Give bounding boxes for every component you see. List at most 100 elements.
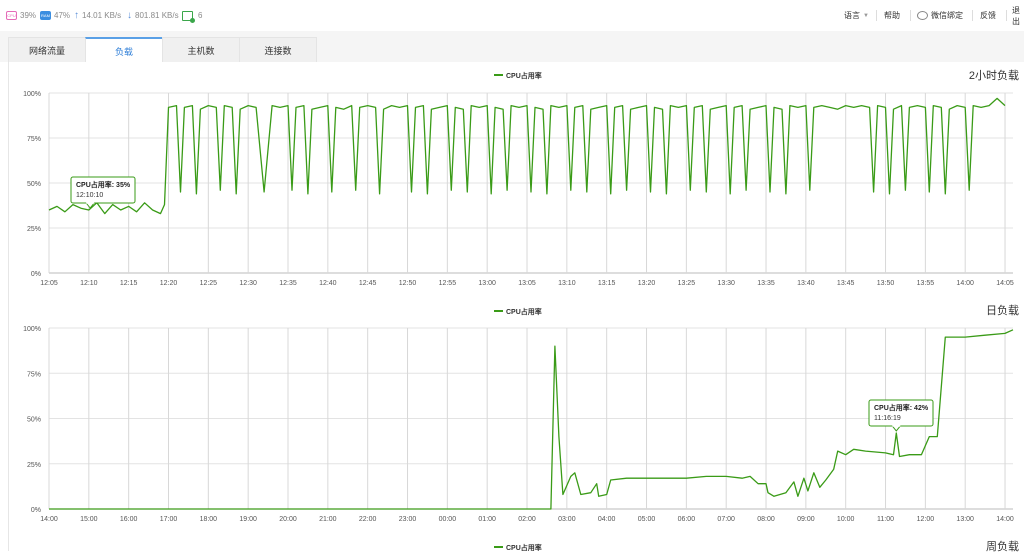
y-tick-label: 100%	[23, 326, 41, 333]
language-menu[interactable]: 语言 ▼	[844, 0, 869, 31]
x-tick-label: 04:00	[598, 516, 616, 523]
x-tick-label: 12:45	[359, 280, 377, 287]
cpu-stat: CPU 39%	[6, 0, 36, 31]
x-tick-label: 12:30	[239, 280, 257, 287]
x-tick-label: 13:15	[598, 280, 616, 287]
y-tick-label: 25%	[27, 462, 41, 469]
x-tick-label: 12:05	[40, 280, 58, 287]
x-tick-label: 13:30	[717, 280, 735, 287]
tooltip-time: 11:16:19	[874, 415, 901, 422]
x-tick-label: 18:00	[200, 516, 218, 523]
wechat-bind-link[interactable]: 微信绑定	[917, 0, 963, 31]
x-tick-label: 11:00	[877, 516, 894, 523]
x-tick-label: 14:00	[956, 280, 974, 287]
legend-2h[interactable]: CPU占用率	[494, 71, 542, 80]
status-bar: CPU 39% RAM 47% ↑ 14.01 KB/s ↓ 801.81 KB…	[0, 0, 1024, 32]
x-tick-label: 12:00	[917, 516, 935, 523]
x-tick-label: 03:00	[558, 516, 576, 523]
download-stat: ↓ 801.81 KB/s	[127, 0, 179, 31]
tab-network-traffic[interactable]: 网络流量	[8, 37, 86, 62]
y-tick-label: 75%	[27, 371, 41, 378]
x-tick-label: 14:00	[40, 516, 58, 523]
chart-panel: CPU占用率 CPU占用率 CPU占用率 0% 25% 50% 75% 100% 12:0…	[8, 62, 1021, 553]
x-tick-label: 22:00	[359, 516, 377, 523]
x-tick-label: 14:00	[996, 516, 1014, 523]
ram-badge-icon: RAM	[40, 11, 51, 20]
legend-label-2h: CPU占用率	[506, 71, 542, 80]
chart-day: 0% 25% 50% 75% 100% 14:00 15:00 16:00 17:00 18:00…	[23, 326, 1014, 523]
x-tick-label: 13:50	[877, 280, 895, 287]
y-tick-label: 75%	[27, 136, 41, 143]
y-tick-label: 50%	[27, 181, 41, 188]
x-tick-label: 13:35	[757, 280, 775, 287]
tooltip-time: 12:10:10	[76, 192, 103, 199]
x-tick-label: 07:00	[717, 516, 735, 523]
logout-link[interactable]: 退出	[1012, 0, 1024, 31]
legend-day[interactable]: CPU占用率	[494, 307, 542, 316]
tooltip-label: CPU占用率: 42%	[874, 403, 929, 412]
upload-stat: ↑ 14.01 KB/s	[74, 0, 121, 31]
monitor-icon	[182, 10, 195, 23]
y-tick-label: 0%	[31, 507, 41, 514]
legend-week[interactable]: CPU占用率	[494, 543, 542, 552]
x-tick-label: 23:00	[399, 516, 417, 523]
x-tick-label: 13:05	[518, 280, 536, 287]
divider	[972, 10, 973, 21]
tab-host-count[interactable]: 主机数	[162, 37, 240, 62]
chart-title-day: 日负载	[986, 305, 1019, 317]
x-tick-label: 02:00	[518, 516, 536, 523]
feedback-link[interactable]: 反馈	[980, 0, 996, 31]
x-tick-label: 17:00	[160, 516, 178, 523]
tab-connections[interactable]: 连接数	[239, 37, 317, 62]
x-tick-label: 13:00	[956, 516, 974, 523]
x-tick-label: 19:00	[239, 516, 257, 523]
upload-arrow-icon: ↑	[74, 10, 79, 21]
x-tick-label: 13:45	[837, 280, 855, 287]
chart-title-2h: 2小时负载	[968, 70, 1019, 82]
x-tick-label: 12:25	[200, 280, 218, 287]
cpu-badge-icon: CPU	[6, 11, 17, 20]
hosts-stat: 6	[182, 0, 202, 31]
x-tick-label: 13:10	[558, 280, 576, 287]
tooltip-label: CPU占用率: 35%	[76, 180, 131, 189]
download-arrow-icon: ↓	[127, 10, 132, 21]
help-link[interactable]: 帮助	[884, 0, 900, 31]
chart-2h: 0% 25% 50% 75% 100% 12:05 12:10 12:15 12:20 12:25…	[23, 91, 1014, 287]
x-tick-label: 15:00	[80, 516, 98, 523]
x-tick-label: 05:00	[638, 516, 656, 523]
wechat-bind-label: 微信绑定	[931, 11, 963, 20]
x-tick-label: 13:20	[638, 280, 656, 287]
language-label: 语言	[844, 11, 860, 20]
tab-load[interactable]: 负载	[85, 37, 163, 63]
divider	[1006, 10, 1007, 21]
x-tick-label: 01:00	[478, 516, 496, 523]
y-tick-label: 25%	[27, 226, 41, 233]
x-tick-label: 12:40	[319, 280, 337, 287]
legend-label-week: CPU占用率	[506, 543, 542, 551]
wechat-icon	[917, 11, 928, 20]
y-tick-label: 0%	[31, 271, 41, 278]
x-tick-label: 13:55	[917, 280, 935, 287]
x-tick-label: 12:50	[399, 280, 417, 287]
x-tick-label: 12:55	[439, 280, 457, 287]
x-tick-label: 00:00	[439, 516, 457, 523]
ram-value: 47%	[54, 11, 71, 20]
tab-bar: 网络流量 负载 主机数 连接数	[0, 31, 1024, 63]
download-value: 801.81 KB/s	[135, 11, 179, 20]
charts-svg: CPU占用率 CPU占用率 CPU占用率 0% 25% 50% 75% 100% 12:0…	[23, 71, 1014, 552]
caret-down-icon: ▼	[863, 12, 869, 19]
x-tick-label: 12:10	[80, 280, 98, 287]
x-tick-label: 16:00	[120, 516, 138, 523]
legend-label-day: CPU占用率	[506, 307, 542, 316]
x-tick-label: 09:00	[797, 516, 815, 523]
x-tick-label: 12:20	[160, 280, 178, 287]
tooltip-box	[868, 399, 934, 427]
series-line-cpu[interactable]	[49, 329, 1014, 510]
hosts-value: 6	[198, 11, 203, 20]
x-tick-label: 20:00	[279, 516, 297, 523]
x-tick-label: 21:00	[319, 516, 337, 523]
chart-title-week: 周负载	[986, 541, 1019, 553]
x-tick-label: 06:00	[678, 516, 696, 523]
x-tick-label: 12:35	[279, 280, 297, 287]
x-tick-label: 08:00	[757, 516, 775, 523]
